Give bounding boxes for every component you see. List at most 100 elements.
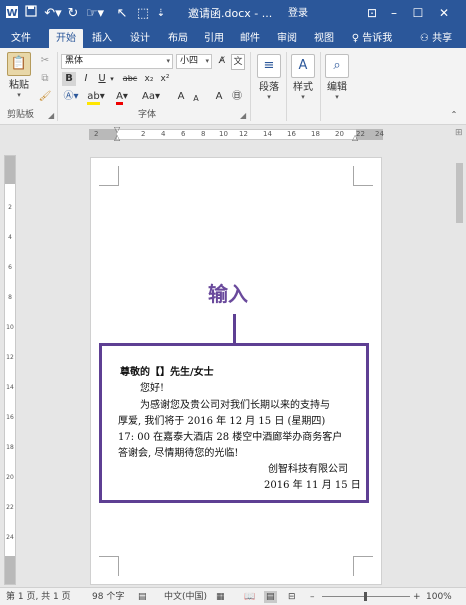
select-area-icon[interactable]: ⬚ (136, 5, 150, 22)
phonetic-guide-icon[interactable]: 文 (231, 54, 245, 70)
letter-hello[interactable]: 您好! (140, 381, 164, 396)
zoom-level[interactable]: 100% (426, 591, 452, 603)
tab-layout[interactable]: 布局 (162, 29, 194, 48)
ruler-tick: 16 (6, 414, 14, 421)
editing-button[interactable]: ⌕ 编辑 ▾ (322, 54, 352, 101)
word-count[interactable]: 98 个字 (92, 591, 124, 603)
redo-icon[interactable]: ↻ (66, 5, 80, 22)
bold-button[interactable]: B (62, 72, 76, 86)
highlight-color-icon[interactable]: ab▾ (86, 90, 106, 105)
letter-line[interactable]: 为感谢您及贵公司对我们长期以来的支持与 (140, 398, 330, 413)
minimize-icon[interactable]: – (384, 4, 404, 22)
underline-dropdown-icon[interactable]: ▾ (108, 72, 116, 86)
enclosed-character-icon[interactable]: ㊐ (230, 90, 244, 104)
font-name-value: 黑体 (65, 56, 84, 66)
underline-button[interactable]: U (96, 72, 108, 86)
superscript-button[interactable]: x² (158, 72, 172, 86)
font-size-select[interactable]: 小四 ▾ (176, 54, 212, 69)
customize-toolbar-icon[interactable]: ⇣ (154, 5, 168, 22)
login-link[interactable]: 登录 (288, 6, 308, 21)
shrink-font-button[interactable]: A (190, 92, 202, 106)
vertical-scrollbar[interactable] (453, 143, 466, 587)
copy-icon[interactable]: ⧉ (38, 72, 52, 86)
subscript-button[interactable]: x₂ (142, 72, 156, 86)
strikethrough-button[interactable]: abc (121, 72, 139, 86)
print-layout-icon[interactable]: ▤ (264, 591, 277, 603)
word-logo-icon: W (4, 5, 20, 22)
ruler-tick: 8 (8, 294, 12, 301)
svg-text:W: W (6, 8, 17, 19)
right-indent-icon[interactable]: △ (352, 134, 358, 142)
italic-button[interactable]: I (80, 72, 92, 86)
letter-date[interactable]: 2016 年 11 月 15 日 (264, 478, 361, 493)
tab-file[interactable]: 文件 (4, 29, 38, 48)
page-count[interactable]: 第 1 页, 共 1 页 (6, 591, 71, 603)
save-icon[interactable] (24, 5, 38, 22)
macro-record-icon[interactable]: ▦ (216, 591, 225, 603)
change-case-button[interactable]: Aa▾ (140, 90, 162, 104)
tab-home[interactable]: 开始 (49, 29, 83, 48)
lightbulb-icon: ♀ (351, 33, 360, 44)
zoom-in-icon[interactable]: + (413, 591, 421, 603)
ruler-toggle-icon[interactable]: ⊞ (455, 128, 465, 140)
tab-references[interactable]: 引用 (198, 29, 230, 48)
undo-icon[interactable]: ↶▾ (42, 5, 64, 22)
letter-line[interactable]: 17: 00 在嘉泰大酒店 28 楼空中酒廊举办商务客户 (118, 430, 342, 445)
touch-mode-icon[interactable]: ☞▾ (84, 5, 106, 22)
cut-icon[interactable]: ✂ (38, 54, 52, 68)
ribbon-display-icon[interactable]: ⊡ (362, 4, 382, 22)
font-name-select[interactable]: 黑体 ▾ (61, 54, 173, 69)
person-icon: ⚇ (419, 33, 429, 44)
ruler-tick: 4 (8, 234, 12, 241)
ruler-top-margin (5, 156, 15, 184)
tab-review[interactable]: 审阅 (271, 29, 303, 48)
tell-me-box[interactable]: ♀ 告诉我 (348, 29, 396, 48)
format-painter-icon[interactable]: 🖌 (38, 90, 52, 104)
maximize-icon[interactable]: ☐ (408, 4, 428, 22)
text-effects-icon[interactable]: Ⓐ▾ (62, 90, 80, 104)
scrollbar-thumb[interactable] (456, 163, 463, 223)
clipboard-launcher-icon[interactable]: ◢ (48, 111, 54, 120)
clear-formatting-icon[interactable]: A̸ (215, 54, 229, 68)
zoom-out-icon[interactable]: – (310, 591, 315, 603)
proofing-icon[interactable]: ▤ (138, 591, 147, 603)
letter-line[interactable]: 答谢会, 尽情期待您的光临! (118, 446, 238, 461)
annotation-connector (233, 314, 236, 344)
share-button[interactable]: ⚇ 共享 (414, 29, 458, 48)
tab-mailings[interactable]: 邮件 (234, 29, 266, 48)
web-layout-icon[interactable]: ⊟ (288, 591, 296, 603)
paragraph-button[interactable]: ≡ 段落 ▾ (254, 54, 284, 101)
zoom-slider-handle[interactable] (364, 592, 367, 601)
font-color-icon[interactable]: A▾ (112, 90, 132, 105)
font-launcher-icon[interactable]: ◢ (240, 111, 246, 120)
hanging-indent-icon[interactable]: △ (114, 134, 120, 142)
tab-insert[interactable]: 插入 (86, 29, 118, 48)
letter-company[interactable]: 创智科技有限公司 (268, 462, 348, 477)
letter-greeting[interactable]: 尊敬的【】先生/女士 (120, 365, 214, 380)
clipboard-group-label: 剪贴板 (7, 110, 35, 120)
language-indicator[interactable]: 中文(中国) (164, 591, 207, 603)
document-title: 邀请函.docx - ... (188, 7, 273, 20)
character-shading-icon[interactable]: A (212, 90, 226, 104)
read-mode-icon[interactable]: 📖 (244, 591, 255, 603)
tab-view[interactable]: 视图 (308, 29, 340, 48)
tab-design[interactable]: 设计 (124, 29, 156, 48)
collapse-ribbon-icon[interactable]: ⌃ (448, 108, 460, 122)
horizontal-ruler[interactable]: 2 2 4 6 8 10 12 14 16 18 20 22 24 ▽ △ △ … (0, 126, 466, 143)
ruler-bottom-margin (5, 556, 15, 584)
paste-label: 粘贴 (9, 80, 29, 91)
select-cursor-icon[interactable]: ↖ (116, 5, 128, 22)
paragraph-icon: ≡ (257, 54, 281, 78)
annotation-label: 输入 (208, 282, 248, 306)
paste-button[interactable]: 📋 粘贴 ▾ (4, 52, 34, 99)
styles-button[interactable]: A 样式 ▾ (288, 54, 318, 101)
ruler-tick: 2 (141, 130, 146, 138)
status-bar: 第 1 页, 共 1 页 98 个字 ▤ 中文(中国) ▦ 📖 ▤ ⊟ – + … (0, 587, 466, 605)
grow-font-button[interactable]: A (175, 90, 187, 104)
crop-mark (353, 166, 373, 186)
share-label: 共享 (432, 33, 453, 44)
close-icon[interactable]: ✕ (434, 4, 454, 22)
vertical-ruler[interactable]: 2 4 6 8 10 12 14 16 18 20 22 24 (4, 155, 16, 585)
search-icon: ⌕ (325, 54, 349, 78)
letter-line[interactable]: 厚爱, 我们将于 2016 年 12 月 15 日 (星期四) (118, 414, 325, 429)
